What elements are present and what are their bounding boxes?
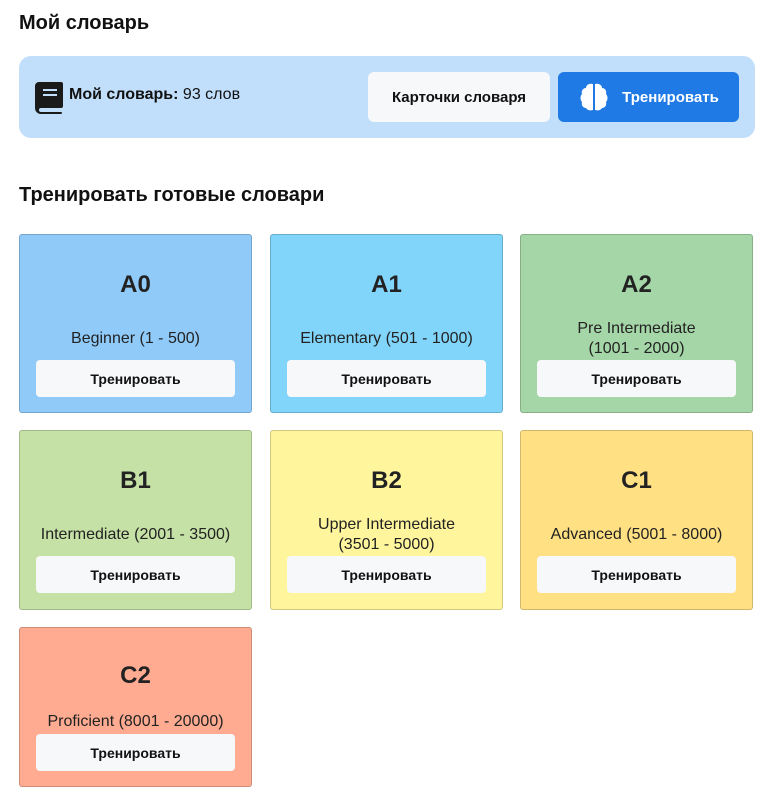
train-level-button[interactable]: Тренировать: [287, 556, 486, 593]
level-code: B1: [120, 467, 151, 494]
train-level-button[interactable]: Тренировать: [287, 360, 486, 397]
train-level-button[interactable]: Тренировать: [537, 556, 736, 593]
book-icon: [35, 82, 63, 114]
train-level-button[interactable]: Тренировать: [36, 360, 235, 397]
level-description: Elementary (501 - 1000): [300, 330, 473, 347]
level-description: Proficient (8001 - 20000): [47, 713, 224, 730]
level-card-b2: B2 Upper Intermediate (3501 - 5000) Трен…: [270, 430, 503, 610]
train-level-button[interactable]: Тренировать: [537, 360, 736, 397]
level-description: Intermediate (2001 - 3500): [40, 526, 231, 543]
section-title: Тренировать готовые словари: [19, 184, 325, 206]
level-card-a1: A1 Elementary (501 - 1000) Тренировать: [270, 234, 503, 413]
level-card-a2: A2 Pre Intermediate (1001 - 2000) Тренир…: [520, 234, 753, 413]
level-description-line2: (1001 - 2000): [588, 340, 685, 357]
my-dictionary-summary: Мой словарь: 93 слов: [69, 86, 240, 104]
level-code: C1: [621, 467, 652, 494]
level-description-line2: (3501 - 5000): [338, 536, 435, 553]
level-card-a0: A0 Beginner (1 - 500) Тренировать: [19, 234, 252, 413]
level-card-c2: C2 Proficient (8001 - 20000) Тренировать: [19, 627, 252, 787]
train-level-button[interactable]: Тренировать: [36, 734, 235, 771]
level-description: Advanced (5001 - 8000): [550, 526, 723, 543]
word-count: 93 слов: [182, 86, 241, 103]
dictionary-cards-label: Карточки словаря: [391, 88, 527, 106]
brain-icon: [580, 83, 608, 111]
level-description: Beginner (1 - 500): [71, 330, 200, 347]
train-my-dictionary-button[interactable]: Тренировать: [558, 72, 739, 122]
level-code: A2: [621, 271, 652, 298]
level-description-line1: Pre Intermediate: [577, 320, 696, 337]
level-code: B2: [371, 467, 402, 494]
my-dictionary-label: Мой словарь:: [69, 86, 179, 103]
level-code: C2: [120, 662, 151, 689]
level-code: A0: [120, 271, 151, 298]
my-dictionary-panel: Мой словарь: 93 слов Карточки словаря Тр…: [19, 56, 755, 138]
level-card-c1: C1 Advanced (5001 - 8000) Тренировать: [520, 430, 753, 610]
level-description-line1: Upper Intermediate: [318, 516, 455, 533]
dictionary-cards-button[interactable]: Карточки словаря: [368, 72, 550, 122]
train-level-button[interactable]: Тренировать: [36, 556, 235, 593]
level-card-b1: B1 Intermediate (2001 - 3500) Тренироват…: [19, 430, 252, 610]
level-code: A1: [371, 271, 402, 298]
level-description: Pre Intermediate (1001 - 2000): [527, 319, 746, 359]
level-description: Upper Intermediate (3501 - 5000): [277, 515, 496, 555]
train-my-dictionary-label: Тренировать: [622, 88, 719, 106]
page-title: Мой словарь: [19, 12, 150, 34]
